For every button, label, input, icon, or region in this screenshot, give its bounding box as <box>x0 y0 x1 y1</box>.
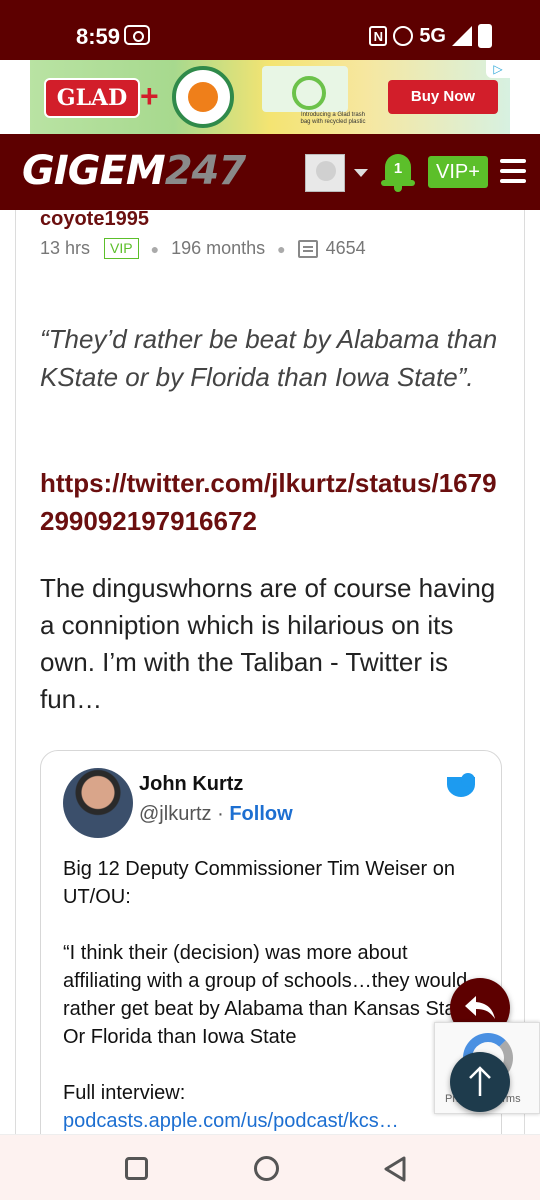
ad-product-image <box>262 66 348 112</box>
site-logo[interactable]: GIGEM247 <box>22 148 246 194</box>
meta-separator: ● <box>150 240 160 257</box>
follow-link[interactable]: Follow <box>229 803 292 825</box>
post-link[interactable]: https://twitter.com/jlkurtz/status/16792… <box>40 464 510 540</box>
ad-plus: + <box>140 78 159 114</box>
tweet-text: Big 12 Deputy Commissioner Tim Weiser on… <box>63 855 481 1135</box>
handle-text[interactable]: @jlkurtz <box>139 803 212 825</box>
screen-record-icon <box>124 25 150 45</box>
arrow-up-icon <box>469 1066 491 1096</box>
network-type: 5G <box>419 24 446 47</box>
ad-caption: Introducing a Glad trash bag with recycl… <box>300 112 366 125</box>
site-header: GIGEM247 1 VIP+ <box>0 134 540 210</box>
vip-button[interactable]: VIP+ <box>428 156 488 188</box>
recents-icon[interactable] <box>125 1157 148 1180</box>
reply-arrow-icon <box>465 996 495 1019</box>
nfc-icon: N <box>369 26 388 46</box>
post-username[interactable]: coyote1995 <box>40 208 149 231</box>
logo-text: GIGEM <box>22 148 166 194</box>
hamburger-menu-icon[interactable] <box>500 159 526 183</box>
home-icon[interactable] <box>254 1156 279 1181</box>
signal-icon <box>452 26 472 46</box>
tweet-para-1: Big 12 Deputy Commissioner Tim Weiser on… <box>63 858 455 908</box>
logo-number: 247 <box>164 148 246 194</box>
posts-icon <box>297 239 318 258</box>
tweet-para-2: “I think their (decision) was more about… <box>63 942 478 1048</box>
vip-badge: VIP <box>104 238 139 259</box>
alarm-icon <box>393 26 414 46</box>
scroll-to-top-button[interactable] <box>450 1052 510 1112</box>
notifications-bell-icon[interactable]: 1 <box>381 152 415 192</box>
tweet-author-name[interactable]: John Kurtz <box>139 773 243 796</box>
battery-icon <box>478 24 492 48</box>
ad-brand-logo: GLAD <box>44 78 140 118</box>
tweet-author-handle: @jlkurtz · Follow <box>139 803 293 826</box>
user-avatar[interactable] <box>305 154 345 192</box>
twitter-bird-icon[interactable] <box>443 771 479 799</box>
handle-separator: · <box>217 803 224 825</box>
android-nav-bar <box>0 1134 540 1200</box>
post-time: 13 hrs <box>40 238 91 258</box>
ad-buy-now-button[interactable]: Buy Now <box>388 80 498 114</box>
post-quote: “They’d rather be beat by Alabama than K… <box>40 324 498 392</box>
status-time: 8:59 <box>76 24 121 49</box>
back-icon[interactable] <box>382 1155 408 1183</box>
chevron-down-icon[interactable] <box>354 169 368 177</box>
post-body: The dinguswhorns are of course having a … <box>40 573 496 714</box>
tweet-author-avatar[interactable] <box>63 768 133 838</box>
post-count: 4654 <box>325 238 366 258</box>
membership-length: 196 months <box>171 238 266 258</box>
post-meta: 13 hrs VIP ● 196 months ● 4654 <box>40 238 366 259</box>
embedded-tweet[interactable]: John Kurtz @jlkurtz · Follow Big 12 Depu… <box>40 750 502 1170</box>
status-icons: N 5G <box>369 24 492 48</box>
tweet-link[interactable]: podcasts.apple.com/us/podcast/kcs… <box>63 1110 399 1132</box>
status-bar: 8:59 N 5G <box>0 0 540 60</box>
tweet-para-3: Full interview: <box>63 1082 186 1104</box>
meta-separator: ● <box>277 240 286 257</box>
post-card: coyote1995 13 hrs VIP ● 196 months ● 465… <box>15 208 525 1170</box>
ad-banner[interactable]: GLAD + Introducing a Glad trash bag with… <box>30 60 510 134</box>
ad-seal-icon <box>172 66 234 128</box>
notification-count: 1 <box>393 160 403 177</box>
adchoices-icon[interactable]: ▷ <box>486 60 510 78</box>
